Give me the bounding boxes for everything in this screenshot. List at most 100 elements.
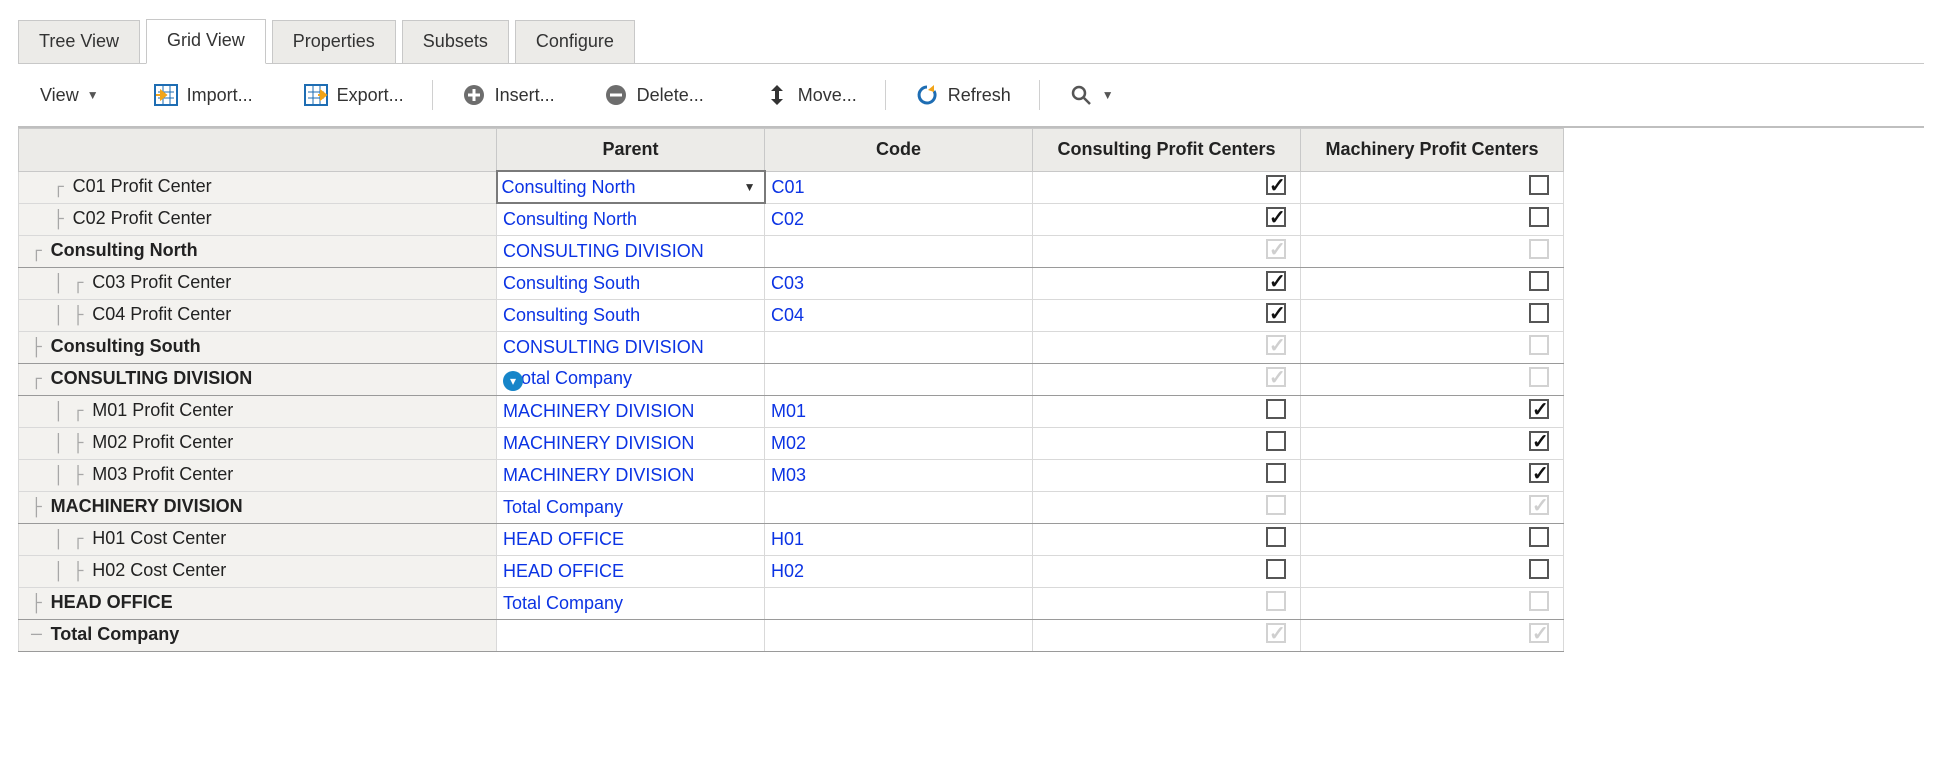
search-menu[interactable]: ▼ [1058, 78, 1124, 112]
code-cell[interactable]: M01 [765, 395, 1033, 427]
checkbox-icon[interactable] [1266, 559, 1286, 579]
parent-cell[interactable]: HEAD OFFICE [497, 555, 765, 587]
consulting-cell[interactable] [1033, 235, 1301, 267]
tab-properties[interactable]: Properties [272, 20, 396, 64]
checkbox-icon[interactable] [1266, 399, 1286, 419]
grid-row[interactable]: ├ C02 Profit CenterConsulting NorthC02 [19, 203, 1564, 235]
parent-cell[interactable]: MACHINERY DIVISION [497, 459, 765, 491]
parent-cell[interactable]: Total Company [497, 491, 765, 523]
code-cell[interactable] [765, 331, 1033, 363]
name-cell[interactable]: ┌ Consulting North [19, 235, 497, 267]
machinery-cell[interactable] [1301, 267, 1564, 299]
checkbox-icon[interactable] [1266, 463, 1286, 483]
consulting-cell[interactable] [1033, 267, 1301, 299]
consulting-cell[interactable] [1033, 587, 1301, 619]
col-header-name[interactable] [19, 129, 497, 172]
machinery-cell[interactable] [1301, 523, 1564, 555]
grid-row[interactable]: │ ┌ M01 Profit CenterMACHINERY DIVISIONM… [19, 395, 1564, 427]
refresh-button[interactable]: Refresh [904, 78, 1021, 112]
checkbox-icon[interactable] [1266, 175, 1286, 195]
tab-subsets[interactable]: Subsets [402, 20, 509, 64]
checkbox-icon[interactable] [1266, 271, 1286, 291]
code-cell[interactable]: M02 [765, 427, 1033, 459]
grid-row[interactable]: ┌ Consulting NorthCONSULTING DIVISION [19, 235, 1564, 267]
checkbox-icon[interactable] [1266, 303, 1286, 323]
code-cell[interactable]: H02 [765, 555, 1033, 587]
machinery-cell[interactable] [1301, 587, 1564, 619]
checkbox-icon[interactable] [1529, 271, 1549, 291]
machinery-cell[interactable] [1301, 171, 1564, 203]
grid-row[interactable]: ┌ C01 Profit CenterConsulting North▼C01 [19, 171, 1564, 203]
machinery-cell[interactable] [1301, 299, 1564, 331]
grid-row[interactable]: │ ├ M03 Profit CenterMACHINERY DIVISIONM… [19, 459, 1564, 491]
name-cell[interactable]: ├ C02 Profit Center [19, 203, 497, 235]
parent-cell[interactable]: MACHINERY DIVISION [497, 427, 765, 459]
parent-cell[interactable]: MACHINERY DIVISION [497, 395, 765, 427]
col-header-machinery[interactable]: Machinery Profit Centers [1301, 129, 1564, 172]
export-button[interactable]: Export... [293, 78, 414, 112]
consulting-cell[interactable] [1033, 395, 1301, 427]
consulting-cell[interactable] [1033, 299, 1301, 331]
col-header-consulting[interactable]: Consulting Profit Centers [1033, 129, 1301, 172]
delete-button[interactable]: Delete... [593, 78, 714, 112]
checkbox-icon[interactable] [1529, 431, 1549, 451]
parent-cell[interactable]: CONSULTING DIVISION [497, 331, 765, 363]
machinery-cell[interactable] [1301, 235, 1564, 267]
machinery-cell[interactable] [1301, 555, 1564, 587]
parent-cell[interactable]: Consulting South [497, 299, 765, 331]
name-cell[interactable]: ├ Consulting South [19, 331, 497, 363]
consulting-cell[interactable] [1033, 555, 1301, 587]
code-cell[interactable] [765, 491, 1033, 523]
view-menu[interactable]: View ▼ [30, 81, 109, 110]
code-cell[interactable] [765, 619, 1033, 651]
machinery-cell[interactable] [1301, 491, 1564, 523]
name-cell[interactable]: │ ├ H02 Cost Center [19, 555, 497, 587]
chevron-down-icon[interactable]: ▼ [744, 180, 756, 194]
consulting-cell[interactable] [1033, 491, 1301, 523]
grid-row[interactable]: │ ├ C04 Profit CenterConsulting SouthC04 [19, 299, 1564, 331]
consulting-cell[interactable] [1033, 523, 1301, 555]
checkbox-icon[interactable] [1529, 463, 1549, 483]
consulting-cell[interactable] [1033, 427, 1301, 459]
name-cell[interactable]: ┌ CONSULTING DIVISION [19, 363, 497, 395]
name-cell[interactable]: ┌ C01 Profit Center [19, 171, 497, 203]
parent-cell[interactable]: Consulting North▼ [497, 171, 765, 203]
grid-row[interactable]: │ ┌ C03 Profit CenterConsulting SouthC03 [19, 267, 1564, 299]
name-cell[interactable]: │ ┌ C03 Profit Center [19, 267, 497, 299]
checkbox-icon[interactable] [1529, 175, 1549, 195]
checkbox-icon[interactable] [1529, 527, 1549, 547]
machinery-cell[interactable] [1301, 427, 1564, 459]
code-cell[interactable]: C04 [765, 299, 1033, 331]
grid-row[interactable]: │ ┌ H01 Cost CenterHEAD OFFICEH01 [19, 523, 1564, 555]
grid-row[interactable]: ├ MACHINERY DIVISIONTotal Company [19, 491, 1564, 523]
grid-row[interactable]: ├ Consulting SouthCONSULTING DIVISION [19, 331, 1564, 363]
machinery-cell[interactable] [1301, 395, 1564, 427]
grid-row[interactable]: │ ├ H02 Cost CenterHEAD OFFICEH02 [19, 555, 1564, 587]
checkbox-icon[interactable] [1266, 527, 1286, 547]
consulting-cell[interactable] [1033, 171, 1301, 203]
checkbox-icon[interactable] [1529, 399, 1549, 419]
parent-cell[interactable]: Consulting South [497, 267, 765, 299]
dropdown-circle-icon[interactable]: ▾ [503, 371, 523, 391]
consulting-cell[interactable] [1033, 619, 1301, 651]
machinery-cell[interactable] [1301, 459, 1564, 491]
name-cell[interactable]: │ ┌ M01 Profit Center [19, 395, 497, 427]
tab-configure[interactable]: Configure [515, 20, 635, 64]
code-cell[interactable]: M03 [765, 459, 1033, 491]
import-button[interactable]: Import... [143, 78, 263, 112]
code-cell[interactable] [765, 587, 1033, 619]
code-cell[interactable]: C01 [765, 171, 1033, 203]
col-header-parent[interactable]: Parent [497, 129, 765, 172]
grid-row[interactable]: ─ Total Company [19, 619, 1564, 651]
consulting-cell[interactable] [1033, 331, 1301, 363]
grid-row[interactable]: ┌ CONSULTING DIVISION▾otal Company [19, 363, 1564, 395]
machinery-cell[interactable] [1301, 203, 1564, 235]
name-cell[interactable]: │ ├ C04 Profit Center [19, 299, 497, 331]
parent-cell[interactable]: HEAD OFFICE [497, 523, 765, 555]
checkbox-icon[interactable] [1529, 559, 1549, 579]
tab-tree-view[interactable]: Tree View [18, 20, 140, 64]
tab-grid-view[interactable]: Grid View [146, 19, 266, 64]
insert-button[interactable]: Insert... [451, 78, 565, 112]
consulting-cell[interactable] [1033, 363, 1301, 395]
code-cell[interactable]: C02 [765, 203, 1033, 235]
